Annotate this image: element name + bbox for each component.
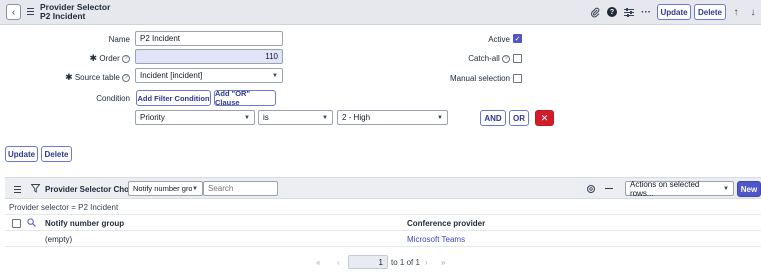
manual-selection-label: Manual selection	[449, 74, 510, 83]
order-field[interactable]: 110	[135, 49, 283, 64]
arrow-up-icon[interactable]: ↑	[729, 5, 743, 19]
more-options-icon[interactable]: ···	[639, 5, 653, 19]
filter-icon[interactable]	[30, 184, 41, 195]
table-header: Notify number group Conference provider	[5, 214, 761, 231]
breadcrumb[interactable]: Provider selector = P2 Incident	[9, 203, 118, 212]
close-icon: ✕	[540, 112, 549, 123]
related-list-header: Provider Selector Choices Notify number …	[5, 177, 761, 199]
column-header-notify-number-group[interactable]: Notify number group	[45, 219, 124, 228]
active-checkbox[interactable]: ✓	[513, 34, 522, 43]
chevron-left-icon: ‹	[11, 6, 16, 18]
order-label-group: ✱ Order ?	[60, 53, 130, 64]
next-page-icon[interactable]: ›	[425, 258, 428, 267]
search-field-select[interactable]: Notify number group ▼	[128, 181, 203, 196]
column-header-conference-provider[interactable]: Conference provider	[407, 219, 485, 228]
condition-value-value: 2 - High	[342, 113, 371, 122]
settings-sliders-icon[interactable]	[622, 5, 636, 19]
catch-all-label: Catch-all	[468, 54, 500, 63]
update-button-bottom[interactable]: Update	[5, 146, 38, 162]
chevron-down-icon: ▼	[723, 185, 729, 192]
condition-field-value: Priority	[140, 113, 165, 122]
delete-condition-button[interactable]: ✕	[535, 110, 554, 126]
condition-field-select[interactable]: Priority ▼	[135, 110, 255, 125]
condition-operator-select[interactable]: is ▼	[258, 110, 333, 125]
back-button[interactable]: ‹	[6, 4, 21, 20]
search-input[interactable]	[203, 181, 278, 196]
first-page-icon[interactable]: «	[316, 258, 320, 267]
catch-all-checkbox[interactable]	[513, 54, 522, 63]
page-number-input[interactable]: 1	[348, 255, 388, 269]
help-circle-icon[interactable]: ?	[122, 54, 130, 63]
help-circle-icon[interactable]: ?	[502, 54, 510, 63]
actions-select[interactable]: Actions on selected rows... ▼	[625, 179, 734, 198]
list-menu-icon[interactable]	[14, 186, 21, 193]
arrow-down-icon[interactable]: ↓	[746, 5, 760, 19]
previous-page-icon[interactable]: ‹	[337, 258, 340, 267]
page-count: to 1 of 1	[391, 258, 420, 267]
gear-icon[interactable]	[586, 184, 596, 194]
or-button[interactable]: OR	[509, 110, 529, 126]
name-field[interactable]: P2 Incident	[135, 31, 283, 46]
chevron-down-icon: ▼	[244, 114, 250, 121]
add-or-clause-button[interactable]: Add "OR" Clause	[214, 89, 276, 107]
and-button[interactable]: AND	[480, 110, 506, 126]
help-icon[interactable]: ?	[605, 5, 619, 19]
condition-operator-value: is	[263, 113, 269, 122]
source-table-value: Incident [incident]	[140, 71, 203, 80]
help-circle-icon[interactable]: ?	[122, 73, 130, 82]
chevron-down-icon: ▼	[272, 72, 278, 79]
required-icon: ✱	[89, 53, 98, 63]
cell-notify-number-group: (empty)	[45, 235, 73, 244]
attachment-icon[interactable]	[588, 5, 602, 19]
new-button[interactable]: New	[737, 181, 761, 197]
search-field-value: Notify number group	[133, 184, 193, 193]
active-label: Active	[488, 35, 510, 44]
condition-label: Condition	[96, 94, 130, 103]
source-table-label: Source table	[74, 73, 120, 82]
condition-value-select[interactable]: 2 - High ▼	[337, 110, 448, 125]
chevron-down-icon: ▼	[322, 114, 328, 121]
last-page-icon[interactable]: »	[441, 258, 445, 267]
context-menu-icon[interactable]	[27, 8, 34, 15]
manual-selection-checkbox[interactable]	[513, 74, 522, 83]
form-header: ‹ Provider Selector P2 Incident ? ··· Up…	[0, 0, 761, 25]
name-label: Name	[108, 35, 130, 44]
chevron-down-icon: ▼	[437, 114, 443, 121]
actions-value: Actions on selected rows...	[630, 179, 700, 198]
table-row: (empty) Microsoft Teams	[5, 231, 761, 247]
delete-button-bottom[interactable]: Delete	[41, 146, 72, 162]
catch-all-label-group: Catch-all ?	[440, 54, 510, 63]
cell-conference-provider[interactable]: Microsoft Teams	[407, 235, 465, 244]
collapse-icon[interactable]	[605, 188, 613, 190]
record-name: P2 Incident	[40, 11, 86, 21]
search-icon[interactable]	[27, 218, 36, 229]
delete-button[interactable]: Delete	[694, 4, 726, 20]
order-label: Order	[99, 54, 120, 63]
source-table-select[interactable]: Incident [incident] ▼	[135, 68, 283, 83]
select-all-checkbox[interactable]	[12, 219, 21, 228]
required-icon: ✱	[65, 72, 73, 82]
update-button[interactable]: Update	[657, 4, 691, 20]
chevron-down-icon: ▼	[192, 185, 198, 192]
add-filter-condition-button[interactable]: Add Filter Condition	[136, 90, 211, 106]
source-table-label-group: ✱ Source table ?	[55, 72, 130, 83]
